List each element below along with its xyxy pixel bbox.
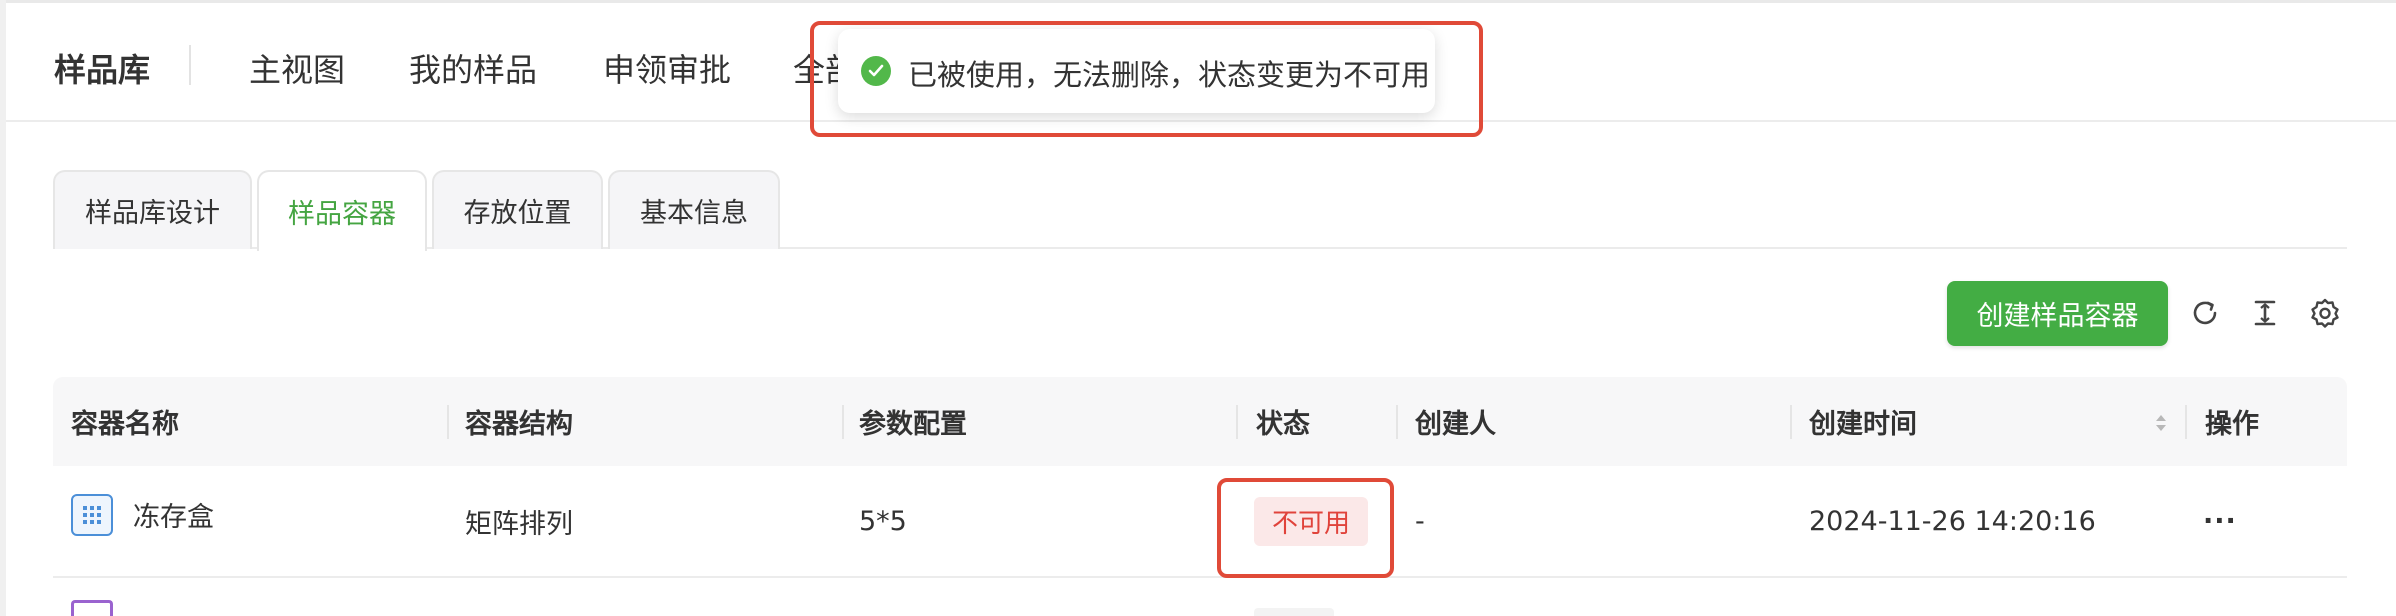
column-divider bbox=[842, 405, 844, 439]
column-divider bbox=[2185, 405, 2187, 439]
tab-sample-container[interactable]: 样品容器 bbox=[257, 170, 427, 251]
grid-container-icon bbox=[71, 494, 113, 536]
column-divider bbox=[1396, 405, 1398, 439]
column-header-actions: 操作 bbox=[2205, 409, 2259, 440]
column-divider bbox=[1236, 405, 1238, 439]
column-header-status: 状态 bbox=[1256, 409, 1310, 440]
table-row[interactable]: 冻存盒 矩阵排列 5*5 不可用 - 2024-11-26 14:20:16 ·… bbox=[53, 466, 2347, 578]
nav-claim-approval[interactable]: 申领审批 bbox=[603, 45, 731, 91]
cell-params: 5*5 bbox=[859, 505, 907, 537]
nav-main-view[interactable]: 主视图 bbox=[249, 45, 345, 91]
column-header-structure: 容器结构 bbox=[465, 409, 573, 440]
create-container-button[interactable]: 创建样品容器 bbox=[1947, 281, 2168, 346]
status-annotation-box bbox=[1217, 478, 1394, 578]
tab-basic-info[interactable]: 基本信息 bbox=[608, 170, 780, 249]
column-divider bbox=[1790, 405, 1792, 439]
nav-my-samples[interactable]: 我的样品 bbox=[409, 45, 537, 91]
column-header-created-at[interactable]: 创建时间 bbox=[1809, 377, 1917, 466]
column-header-params: 参数配置 bbox=[859, 409, 967, 440]
next-row-status-badge bbox=[1254, 608, 1334, 616]
tab-storage-location[interactable]: 存放位置 bbox=[432, 170, 603, 249]
brand-title: 样品库 bbox=[54, 51, 151, 89]
toast-annotation-box bbox=[810, 21, 1483, 137]
sort-icon[interactable] bbox=[2153, 411, 2169, 439]
table-header: 容器名称 容器结构 参数配置 状态 创建人 创建时间 操作 bbox=[53, 377, 2347, 466]
refresh-icon[interactable] bbox=[2188, 296, 2222, 330]
column-divider bbox=[447, 405, 449, 439]
cell-structure: 矩阵排列 bbox=[465, 508, 573, 540]
brand-divider bbox=[189, 45, 191, 85]
next-row-icon bbox=[71, 600, 113, 616]
column-height-icon[interactable] bbox=[2248, 296, 2282, 330]
settings-icon[interactable] bbox=[2308, 296, 2342, 330]
cell-container-name[interactable]: 冻存盒 bbox=[133, 459, 214, 569]
tab-library-design[interactable]: 样品库设计 bbox=[53, 170, 252, 249]
cell-creator: - bbox=[1415, 505, 1425, 537]
column-header-creator: 创建人 bbox=[1415, 409, 1496, 440]
more-actions-icon[interactable]: ··· bbox=[2203, 466, 2237, 576]
column-header-name: 容器名称 bbox=[71, 409, 179, 440]
cell-created-at: 2024-11-26 14:20:16 bbox=[1809, 505, 2096, 537]
